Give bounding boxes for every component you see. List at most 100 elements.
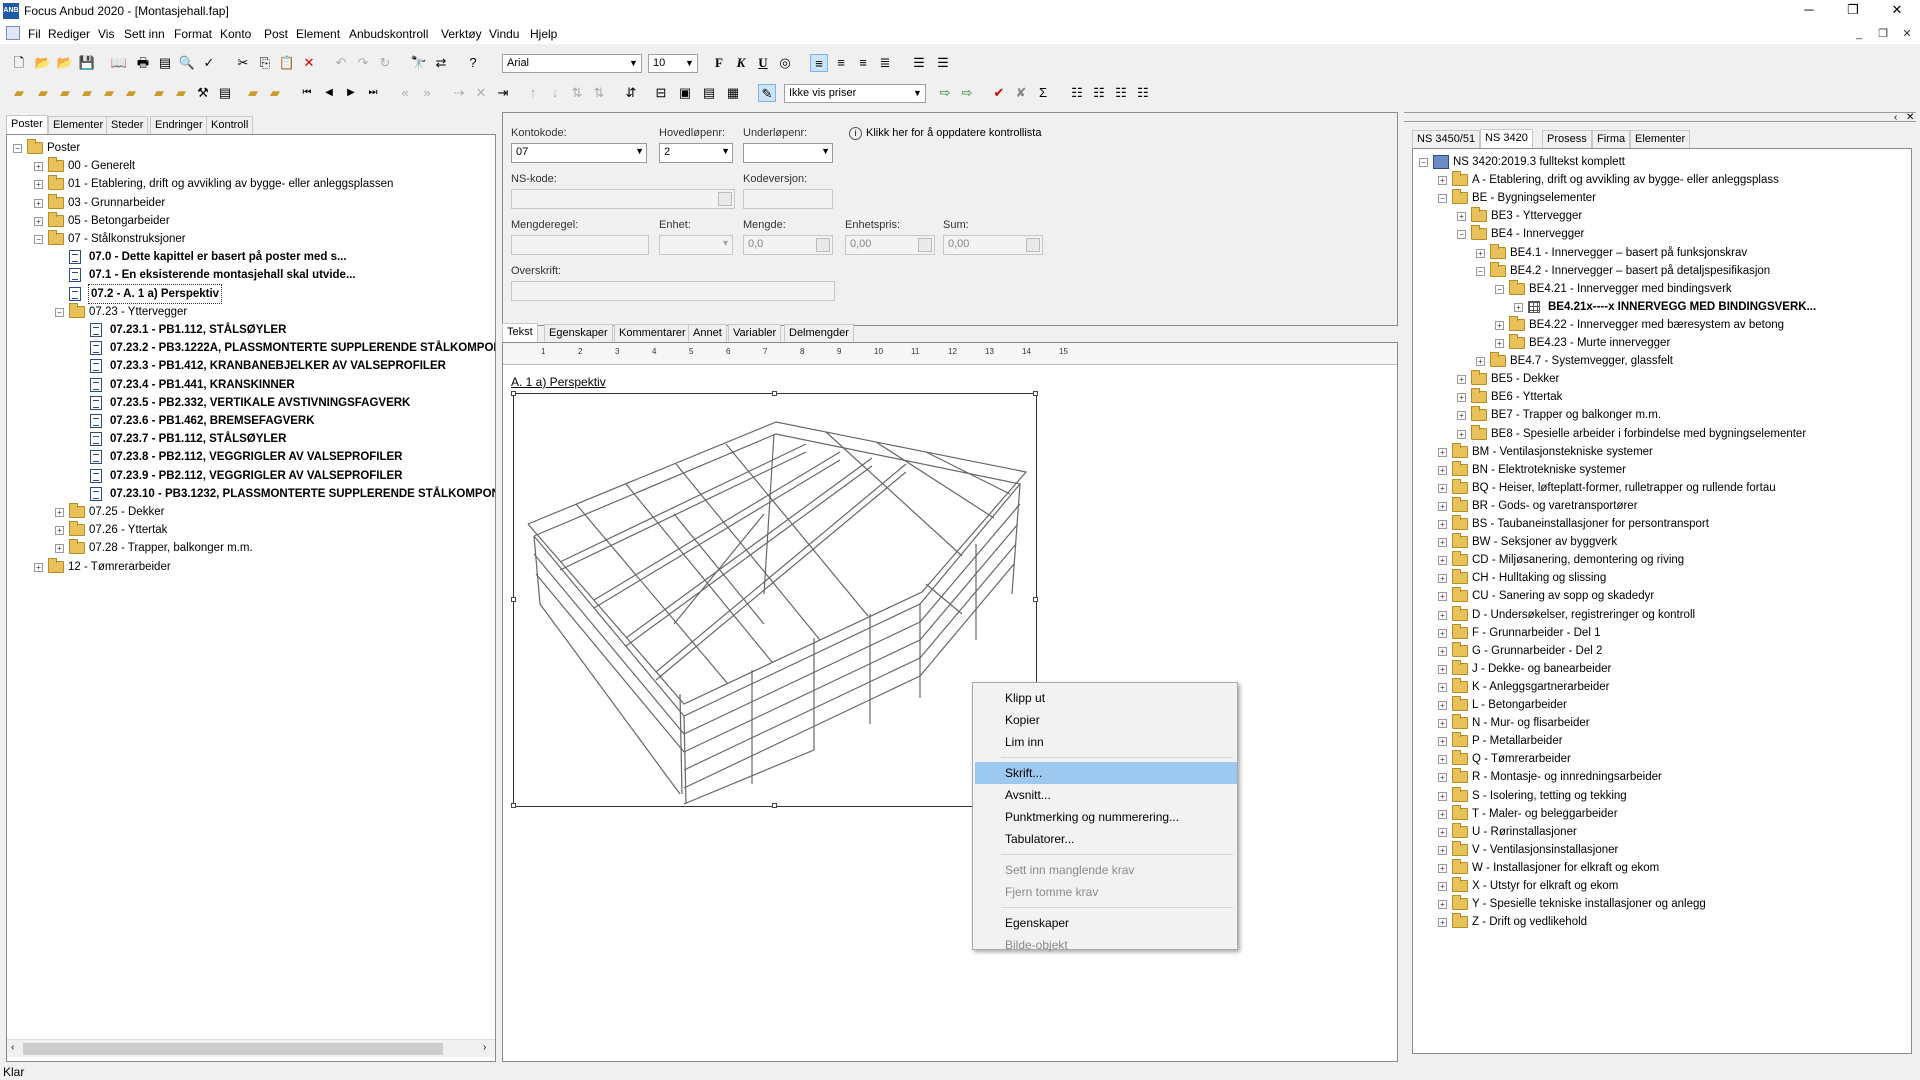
expand-icon[interactable]: + — [1438, 447, 1447, 457]
last-record-icon[interactable]: ⏭ — [364, 84, 382, 102]
tree-row[interactable]: +00 - Generelt — [7, 157, 495, 175]
import-icon[interactable]: ⇨ — [936, 84, 954, 102]
sort-desc-icon[interactable]: ⇅ — [590, 84, 608, 102]
collapse-icon[interactable]: − — [1438, 194, 1447, 204]
tree-row[interactable]: 07.23.4 - PB1.441, KRANSKINNER — [7, 376, 495, 394]
expand-icon[interactable]: + — [1438, 791, 1447, 801]
layout-icon[interactable]: ▣ — [676, 84, 694, 102]
expand-icon[interactable]: + — [1457, 393, 1466, 403]
forward-icon[interactable]: » — [418, 84, 436, 102]
expand-icon[interactable]: + — [1438, 845, 1447, 855]
expand-icon[interactable]: + — [34, 198, 43, 208]
sort-icon[interactable]: ⇵ — [622, 84, 640, 102]
post-remove-icon[interactable]: ✕ — [472, 84, 490, 102]
expand-icon[interactable]: + — [34, 162, 43, 172]
resize-handle[interactable] — [772, 803, 777, 808]
text-heading[interactable]: A. 1 a) Perspektiv — [511, 375, 606, 389]
expand-icon[interactable]: + — [1438, 809, 1447, 819]
context-menu-item[interactable]: Punktmerking og nummerering... — [975, 806, 1237, 828]
tree-row[interactable]: + N - Mur- og flisarbeider — [1413, 714, 1911, 732]
resize-handle[interactable] — [1033, 597, 1038, 602]
enhetspris-calc-button[interactable] — [918, 238, 932, 252]
resize-handle[interactable] — [1033, 391, 1038, 396]
tree-row[interactable]: +12 - Tømrerarbeider — [7, 557, 495, 576]
tools-icon[interactable]: ⚒ — [194, 84, 212, 102]
help-icon[interactable]: ? — [464, 54, 482, 72]
font-size-select[interactable]: 10 ▼ — [648, 54, 698, 73]
tree-row[interactable]: + A - Etablering, drift og avvikling av b… — [1413, 171, 1911, 189]
expand-icon[interactable]: + — [1438, 501, 1447, 511]
text-editor[interactable]: 1 2 3 4 5 6 7 8 9 10 11 12 13 14 15 A. 1 a) Perspektiv — [502, 342, 1398, 1062]
tab-poster[interactable]: Poster — [6, 115, 48, 134]
horizontal-scrollbar[interactable]: ‹ › — [7, 1039, 495, 1057]
menu-post[interactable]: Post — [264, 27, 288, 41]
mdi-restore-button[interactable]: ❐ — [1872, 26, 1894, 42]
mdi-close-button[interactable]: ✕ — [1896, 26, 1918, 42]
context-menu-item[interactable]: Skrift... — [975, 762, 1237, 784]
resize-handle[interactable] — [511, 803, 516, 808]
tab-firma[interactable]: Firma — [1592, 130, 1631, 148]
copy-icon[interactable]: ⎘ — [256, 54, 274, 72]
justify-icon[interactable]: ≣ — [876, 54, 894, 72]
tree-row[interactable]: 07.2 - A. 1 a) Perspektiv — [7, 283, 495, 304]
expand-icon[interactable]: + — [1438, 465, 1447, 475]
expand-icon[interactable]: + — [1438, 646, 1447, 656]
close-pane-button[interactable]: ✕ — [1906, 112, 1914, 123]
bold-button[interactable]: F — [710, 54, 728, 72]
sort-asc-icon[interactable]: ⇅ — [568, 84, 586, 102]
tab-elementer-right[interactable]: Elementer — [1630, 130, 1691, 148]
collapse-icon[interactable]: − — [1495, 284, 1504, 294]
uncheck-icon[interactable]: ✘ — [1012, 84, 1030, 102]
expand-icon[interactable]: + — [55, 544, 64, 554]
folder-add-icon[interactable]: ▰ — [34, 84, 52, 102]
expand-icon[interactable]: + — [1438, 701, 1447, 710]
tree-row[interactable]: + BE5 - Dekker — [1413, 370, 1911, 388]
tree-row[interactable]: + BR - Gods- og varetransportører — [1413, 496, 1911, 515]
tree-row[interactable]: + R - Montasje- og innredningsarbeider — [1413, 768, 1911, 786]
doc-window-icon[interactable] — [6, 26, 20, 40]
mengde-field[interactable]: 0,0 — [743, 235, 833, 255]
menu-element[interactable]: Element — [296, 27, 340, 41]
update-control-list-link[interactable]: Klikk her for å oppdatere kontrollista — [866, 127, 1041, 139]
tree-row[interactable]: − Poster — [7, 139, 495, 157]
price-toggle-icon[interactable]: ✎ — [758, 84, 776, 102]
tab-variabler[interactable]: Variabler — [728, 324, 782, 342]
expand-icon[interactable]: + — [1457, 212, 1466, 222]
mdi-minimize-button[interactable]: _ — [1848, 26, 1870, 42]
tree-row[interactable]: + U - Rørinstallasjoner — [1413, 822, 1911, 841]
tree-row[interactable]: + F - Grunnarbeider - Del 1 — [1413, 623, 1911, 642]
tab-prosess[interactable]: Prosess — [1542, 130, 1592, 148]
tree-row[interactable]: + BQ - Heiser, løfteplatt-former, rulletr… — [1413, 478, 1911, 497]
folder-import-icon[interactable]: ▰ — [244, 84, 262, 102]
expand-icon[interactable]: + — [1438, 682, 1447, 692]
resize-handle[interactable] — [511, 597, 516, 602]
tree-row[interactable]: + V - Ventilasjonsinstallasjoner — [1413, 840, 1911, 859]
tab-ns-3420[interactable]: NS 3420 — [1480, 129, 1533, 148]
undo-icon[interactable]: ↶ — [332, 54, 350, 72]
folder-edit-icon[interactable]: ▰ — [122, 84, 140, 102]
next-record-icon[interactable]: ▶ — [342, 84, 360, 102]
maximize-button[interactable]: ❐ — [1830, 0, 1876, 22]
folder-new-icon[interactable]: ▰ — [10, 84, 28, 102]
tree-row[interactable]: + BE7 - Trapper og balkonger m.m. — [1413, 406, 1911, 424]
expand-icon[interactable]: + — [1438, 719, 1447, 729]
new-file-icon[interactable]: 🗋 — [10, 54, 28, 72]
find-icon[interactable]: 🔭 — [410, 54, 428, 72]
post-move-icon[interactable]: ⇢ — [450, 84, 468, 102]
menu-hjelp[interactable]: Hjelp — [530, 27, 557, 41]
minimize-button[interactable]: ─ — [1786, 0, 1832, 22]
tree-row[interactable]: + X - Utstyr for elkraft og ekom — [1413, 877, 1911, 895]
tree-row[interactable]: − BE4 - Innervegger — [1413, 225, 1911, 243]
tree-row[interactable]: + Y - Spesielle tekniske installasjoner o… — [1413, 895, 1911, 913]
paste-icon[interactable]: 📋 — [278, 54, 296, 72]
info-icon[interactable]: i — [849, 127, 862, 140]
tree-row[interactable]: + W - Installasjoner for elkraft og ekom — [1413, 858, 1911, 877]
expand-icon[interactable]: + — [34, 216, 43, 226]
tree-row[interactable]: + BE4.22 - Innervegger med bæresystem av … — [1413, 315, 1911, 334]
list-flag-icon[interactable]: ☷ — [1112, 84, 1130, 102]
tab-delmengder[interactable]: Delmengder — [784, 324, 854, 342]
tree-row[interactable]: + BM - Ventilasjonstekniske systemer — [1413, 442, 1911, 461]
expand-icon[interactable]: + — [1438, 773, 1447, 783]
tree-row[interactable]: + P - Metallarbeider — [1413, 732, 1911, 750]
indent-icon[interactable]: ⇥ — [494, 84, 512, 102]
